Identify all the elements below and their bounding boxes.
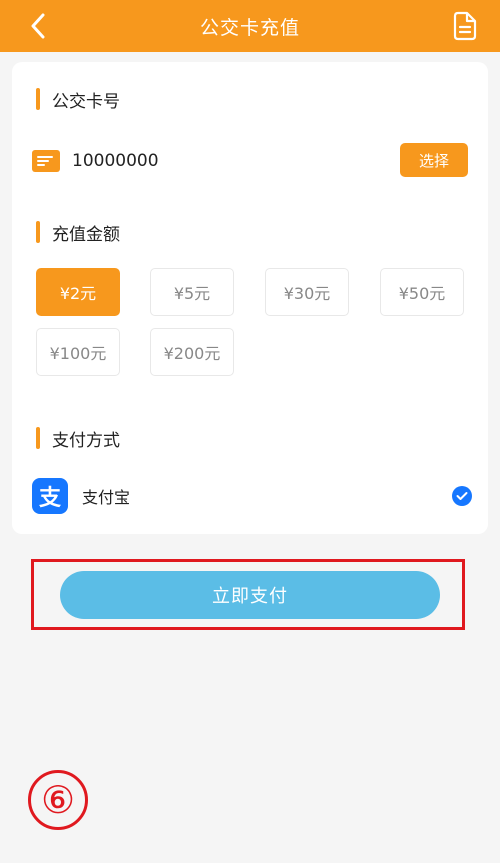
- page-title: 公交卡充值: [199, 16, 300, 39]
- card-section-title: 公交卡号: [36, 86, 120, 112]
- back-button[interactable]: [26, 11, 50, 41]
- card-number: 10000000: [72, 151, 159, 171]
- card-icon: [32, 150, 60, 172]
- payment-section-title: 支付方式: [36, 425, 120, 451]
- amount-section-title: 充值金额: [36, 219, 120, 245]
- chevron-left-icon: [31, 13, 45, 39]
- amount-section-label: 充值金额: [52, 224, 120, 245]
- payment-section-label: 支付方式: [52, 430, 120, 451]
- amount-option-2[interactable]: ¥2元: [36, 268, 120, 316]
- card-number-row: 10000000 选择: [32, 143, 468, 177]
- amount-options: ¥2元 ¥5元 ¥30元 ¥50元 ¥100元 ¥200元: [36, 268, 476, 378]
- amount-option-200[interactable]: ¥200元: [150, 328, 234, 376]
- step-number-annotation: ⑥: [28, 770, 88, 830]
- section-marker: [36, 221, 40, 243]
- section-marker: [36, 427, 40, 449]
- alipay-logo-char: 支: [38, 486, 61, 511]
- amount-option-50[interactable]: ¥50元: [380, 268, 464, 316]
- amount-option-30[interactable]: ¥30元: [265, 268, 349, 316]
- checkmark-icon[interactable]: [452, 486, 472, 506]
- pay-now-button[interactable]: 立即支付: [60, 571, 440, 619]
- amount-option-100[interactable]: ¥100元: [36, 328, 120, 376]
- section-marker: [36, 88, 40, 110]
- recharge-card: 公交卡号 10000000 选择 充值金额 ¥2元 ¥5元 ¥30元 ¥50元 …: [12, 62, 488, 534]
- alipay-icon: 支: [32, 478, 68, 514]
- select-card-button[interactable]: 选择: [400, 143, 468, 177]
- top-bar: 公交卡充值: [0, 0, 500, 52]
- records-button[interactable]: [450, 10, 480, 42]
- amount-option-5[interactable]: ¥5元: [150, 268, 234, 316]
- card-section-label: 公交卡号: [52, 91, 120, 112]
- payment-method-alipay[interactable]: 支 支付宝: [32, 476, 472, 516]
- document-icon: [453, 11, 477, 41]
- payment-method-label: 支付宝: [82, 488, 131, 507]
